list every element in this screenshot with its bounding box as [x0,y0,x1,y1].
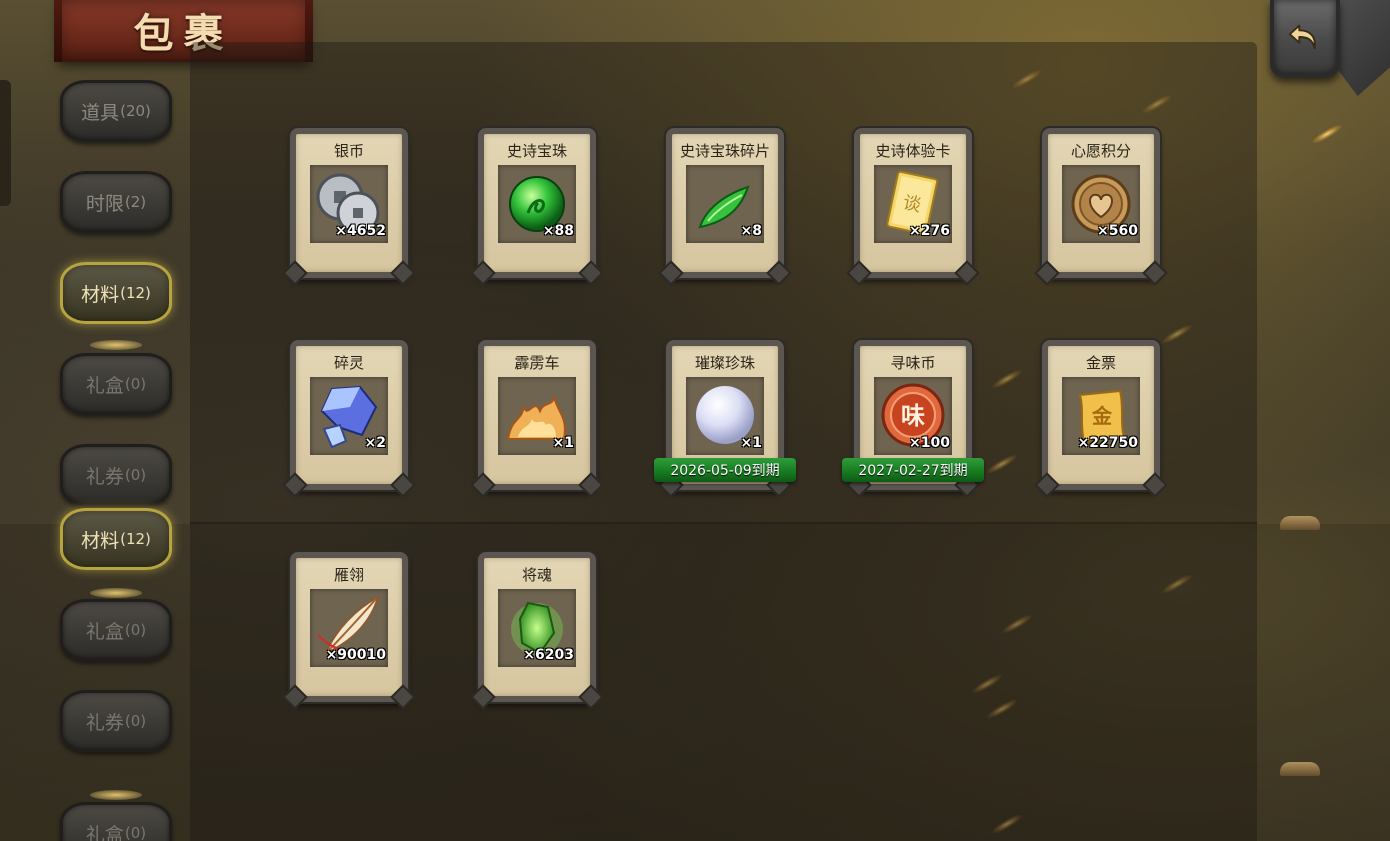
sidebar-tab-label: 材料 [81,529,120,552]
ember-decoration [1310,122,1344,146]
item-count: ×1 [552,435,574,451]
expiry-badge: 2027-02-27到期 [842,458,984,482]
sidebar-tab-label: 礼盒 [85,620,124,643]
item-name: 雁翎 [333,566,364,584]
item-card[interactable]: 史诗宝珠碎片 ×8 [666,128,784,278]
item-name: 寻味币 [890,354,936,372]
item-card[interactable]: 史诗宝珠 ×88 [478,128,596,278]
edge-handle[interactable] [0,80,11,206]
game-screen: 包裹 道具 (20) 时限 (2) 材料 (12) 礼盒 (0) 礼券 (0) 材料 (12… [0,0,1390,841]
sidebar-tab-label: 礼盒 [85,374,124,397]
item-name: 将魂 [521,566,552,584]
sidebar-tab-coupon-ghost[interactable]: 礼券 (0) [60,690,172,752]
item-count: ×2 [364,435,386,451]
sidebar-tab-materials-ghost[interactable]: 材料 (12) [60,508,172,570]
sidebar-tab-count: (12) [120,530,151,548]
sidebar-tab-label: 道具 [81,101,120,124]
item-card[interactable]: 霹雳车 ×1 [478,340,596,490]
sidebar-tab-label: 时限 [85,192,124,215]
item-name: 银币 [333,142,364,160]
item-name: 史诗宝珠 [506,142,567,160]
sidebar-tab-props[interactable]: 道具 (20) [60,80,172,142]
sidebar-tab-count: (12) [120,284,151,302]
sidebar-tab-label: 材料 [81,283,120,306]
item-count: ×560 [1097,223,1138,239]
item-count: ×4652 [335,223,386,239]
ornament-fragment [1280,762,1320,776]
item-count: ×90010 [325,647,386,663]
item-card[interactable]: 金票 金 ×22750 [1042,340,1160,490]
item-card[interactable]: 史诗体验卡 谈 ×276 [854,128,972,278]
sidebar-tab-materials[interactable]: 材料 (12) [60,262,172,324]
sidebar-tab-timed[interactable]: 时限 (2) [60,171,172,233]
sidebar-tab-count: (0) [124,375,147,393]
scroll-glyph: 金 [1091,404,1113,428]
item-card[interactable]: 将魂 ×6203 [478,552,596,702]
tab-glow [90,340,142,350]
item-count: ×8 [740,223,762,239]
item-count: ×1 [740,435,762,451]
sidebar-tab-count: (20) [120,102,151,120]
ornament-fragment [1280,516,1320,530]
panel-divider [190,522,1257,524]
expiry-badge: 2026-05-09到期 [654,458,796,482]
item-name: 碎灵 [333,354,364,372]
item-count: ×88 [542,223,574,239]
sidebar-tab-count: (2) [124,193,147,211]
item-count: ×276 [909,223,950,239]
sidebar-tab-coupon[interactable]: 礼券 (0) [60,444,172,506]
item-card[interactable]: 雁翎 ×90010 [290,552,408,702]
coin-glyph: 味 [901,402,925,430]
item-name: 史诗体验卡 [875,142,951,160]
tab-glow [90,790,142,800]
item-name: 霹雳车 [514,354,560,372]
sidebar-tab-count: (0) [124,621,147,639]
sidebar-tab-label: 礼券 [85,465,124,488]
sidebar-tab-giftbox[interactable]: 礼盒 (0) [60,353,172,415]
item-count: ×22750 [1077,435,1138,451]
sidebar-tab-giftbox-ghost[interactable]: 礼盒 (0) [60,802,172,841]
item-count: ×6203 [523,647,574,663]
sidebar-tab-count: (0) [124,466,147,484]
sidebar-tab-count: (0) [124,712,147,730]
corner-ornament [1336,0,1390,96]
sidebar-tab-label: 礼盒 [85,823,124,841]
sidebar-tab-giftbox-ghost[interactable]: 礼盒 (0) [60,599,172,661]
item-card[interactable]: 璀璨珍珠 ×1 2026-05-09到期 [654,340,796,490]
item-card[interactable]: 心愿积分 ×560 [1042,128,1160,278]
item-card[interactable]: 银币 ×4652 [290,128,408,278]
item-card[interactable]: 碎灵 ×2 [290,340,408,490]
item-count: ×100 [909,435,950,451]
item-name: 心愿积分 [1070,142,1131,160]
item-name: 史诗宝珠碎片 [679,142,770,160]
tab-glow [90,588,142,598]
item-card[interactable]: 寻味币 味 ×100 2027-02-27到期 [842,340,984,490]
sidebar-tab-label: 礼券 [85,711,124,734]
item-name: 璀璨珍珠 [694,354,755,372]
return-arrow-icon [1288,24,1316,50]
item-name: 金票 [1085,354,1116,372]
back-button[interactable] [1270,0,1340,78]
sidebar-tab-count: (0) [124,824,147,841]
